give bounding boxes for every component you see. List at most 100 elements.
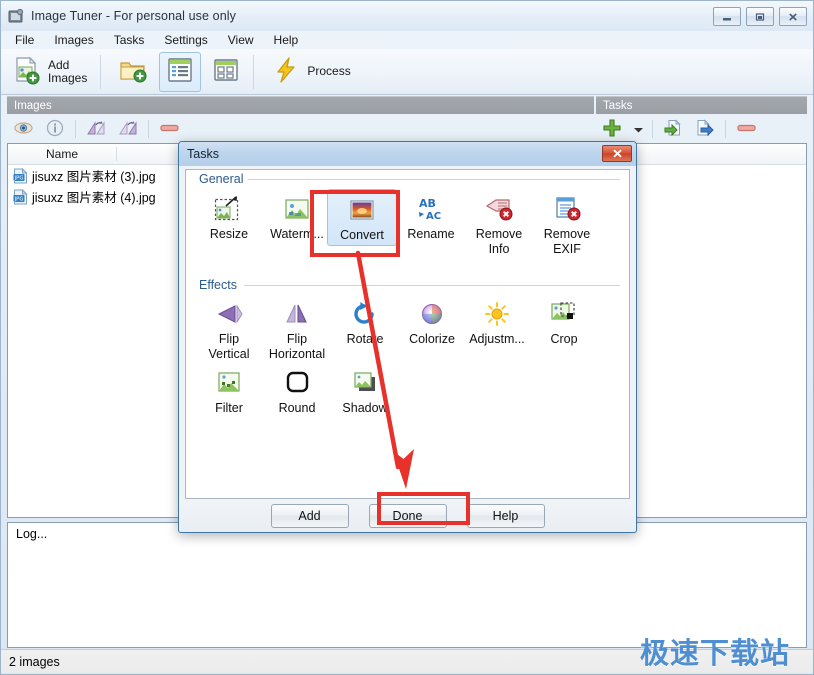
import-task-button[interactable]: [660, 118, 686, 140]
resize-icon: [211, 192, 247, 226]
task-crop[interactable]: Crop: [531, 297, 597, 347]
help-button[interactable]: Help: [466, 504, 545, 528]
task-colorize[interactable]: Colorize: [399, 297, 465, 347]
flip-horizontal-icon: [279, 297, 315, 331]
group-label-effects: Effects: [195, 278, 241, 292]
task-round[interactable]: Round: [264, 366, 330, 416]
images-panel-header: Images: [7, 96, 594, 114]
svg-text:AC: AC: [426, 211, 441, 222]
rotate-left-icon: [86, 119, 106, 140]
task-flip-vertical[interactable]: Flip Vertical: [196, 297, 262, 362]
rotate-right-icon: [118, 119, 138, 140]
menu-settings[interactable]: Settings: [162, 32, 209, 48]
close-icon: [612, 149, 622, 158]
task-flip-horizontal[interactable]: Flip Horizontal: [264, 297, 330, 362]
add-images-icon: [12, 55, 42, 88]
lightning-icon: [271, 55, 301, 88]
info-button[interactable]: [42, 118, 68, 140]
remove-image-button[interactable]: [156, 118, 182, 140]
task-label: Flip Vertical: [208, 332, 250, 361]
rotate-right-button[interactable]: [115, 118, 141, 140]
dialog-titlebar: Tasks: [179, 142, 636, 166]
task-label: Flip Horizontal: [268, 332, 326, 361]
task-label: Round: [278, 401, 316, 415]
task-label: Adjustm...: [469, 332, 525, 346]
task-label: Colorize: [409, 332, 455, 346]
task-label: Remove EXIF: [543, 227, 591, 256]
log-text: Log...: [16, 527, 48, 541]
task-rotate[interactable]: Rotate: [332, 297, 398, 347]
task-shadow[interactable]: Shadow: [332, 366, 398, 416]
details-view-icon: [166, 56, 194, 87]
dropdown-arrow-icon: [633, 122, 643, 136]
svg-text:JPG: JPG: [14, 175, 24, 181]
add-task-button[interactable]: [599, 118, 625, 140]
toolbar-separator-1: [100, 54, 102, 89]
info-icon: [46, 119, 64, 140]
menu-file[interactable]: File: [13, 32, 36, 48]
task-rename[interactable]: AB AC Rename: [398, 192, 464, 242]
tasks-panel-title: Tasks: [603, 99, 633, 112]
thumbnail-view-button[interactable]: [205, 52, 247, 92]
task-label: Resize: [209, 227, 249, 241]
remove-task-button[interactable]: [733, 118, 759, 140]
details-view-button[interactable]: [159, 51, 202, 92]
task-filter[interactable]: Filter: [196, 366, 262, 416]
task-resize[interactable]: Resize: [196, 192, 262, 242]
add-button[interactable]: Add: [270, 504, 349, 528]
adjustments-icon: [479, 297, 515, 331]
task-remove-info[interactable]: Remove Info: [466, 192, 532, 257]
toolbar-separator-2: [253, 54, 255, 89]
titlebar: Image Tuner - For personal use only: [1, 1, 813, 31]
tasks-panel-header: Tasks: [596, 96, 807, 114]
dialog-title: Tasks: [187, 147, 219, 161]
minimize-icon: [723, 17, 731, 20]
add-images-button[interactable]: Add Images: [5, 52, 94, 92]
close-icon: [789, 12, 797, 21]
process-button[interactable]: Process: [264, 52, 357, 92]
add-folder-button[interactable]: [111, 52, 155, 92]
remove-info-icon: [481, 192, 517, 226]
svg-text:JPG: JPG: [14, 196, 24, 202]
filter-icon: [211, 366, 247, 400]
tasks-subtoolbar: [596, 116, 807, 142]
add-images-label: Add Images: [48, 57, 88, 85]
column-header-name[interactable]: Name: [8, 147, 117, 161]
rename-icon: AB AC: [413, 192, 449, 226]
dialog-body: General Resize Waterm... Convert AB AC R…: [185, 169, 630, 499]
subtoolbar-separator-1: [75, 120, 76, 138]
menu-help[interactable]: Help: [272, 32, 301, 48]
flip-vertical-icon: [211, 297, 247, 331]
tasks-separator-2: [725, 120, 726, 138]
preview-button[interactable]: [10, 118, 36, 140]
task-label: Rotate: [346, 332, 384, 346]
add-folder-icon: [118, 55, 148, 88]
maximize-button[interactable]: [746, 7, 774, 26]
remove-icon: [159, 122, 179, 136]
menu-images[interactable]: Images: [52, 32, 95, 48]
task-adjustments[interactable]: Adjustm...: [464, 297, 530, 347]
close-button[interactable]: [779, 7, 807, 26]
export-task-button[interactable]: [692, 118, 718, 140]
annotation-highlight-convert: [310, 190, 400, 257]
jpg-file-icon: JPG: [13, 167, 28, 184]
rotate-icon: [347, 297, 383, 331]
rotate-left-button[interactable]: [83, 118, 109, 140]
app-icon: [8, 8, 25, 25]
shadow-icon: [347, 366, 383, 400]
preview-icon: [13, 120, 33, 139]
menu-view[interactable]: View: [226, 32, 256, 48]
minimize-button[interactable]: [713, 7, 741, 26]
menu-tasks[interactable]: Tasks: [112, 32, 147, 48]
task-remove-exif[interactable]: Remove EXIF: [534, 192, 600, 257]
process-label: Process: [307, 64, 351, 78]
menubar: File Images Tasks Settings View Help: [1, 31, 813, 49]
dialog-close-button[interactable]: [602, 145, 632, 162]
add-task-dropdown[interactable]: [631, 118, 645, 140]
task-label: Remove Info: [475, 227, 523, 256]
annotation-highlight-add: [377, 492, 470, 525]
thumbnail-view-icon: [212, 56, 240, 87]
task-label: Filter: [215, 401, 243, 415]
group-label-general: General: [195, 172, 248, 186]
remove-exif-icon: [549, 192, 585, 226]
